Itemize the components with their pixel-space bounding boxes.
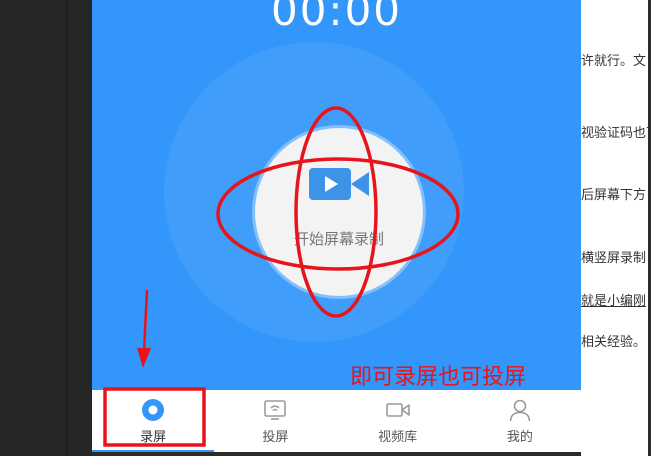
bottom-nav: 录屏 投屏 视频库 我的	[92, 390, 581, 452]
nav-label-profile: 我的	[506, 430, 533, 445]
nav-label-record: 录屏	[140, 430, 167, 445]
nav-item-profile[interactable]: 我的	[459, 390, 581, 452]
profile-icon	[509, 399, 531, 422]
nav-item-cast[interactable]: 投屏	[214, 390, 336, 452]
left-background	[0, 0, 92, 456]
video-camera-icon	[309, 167, 369, 200]
annotation-caption: 即可录屏也可投屏	[350, 365, 527, 390]
cast-screen-icon	[264, 400, 287, 420]
doc-text-line: 横竖屏录制	[581, 251, 647, 266]
doc-text-line: 许就行。文	[581, 54, 647, 69]
doc-text-line: 相关经验。	[581, 335, 647, 350]
recording-timer: 00:00	[270, 0, 403, 35]
phone-bottom-edge	[92, 452, 581, 456]
left-divider	[66, 0, 68, 456]
nav-item-video-library[interactable]: 视频库	[337, 390, 459, 452]
doc-text-line: 后屏幕下方	[581, 188, 647, 203]
doc-text-line: 视验证码也可	[581, 126, 651, 141]
start-recording-button[interactable]: 开始屏幕录制	[255, 128, 423, 296]
nav-item-record[interactable]: 录屏	[92, 390, 214, 452]
nav-label-video-library: 视频库	[378, 430, 418, 445]
document-panel: 许就行。文 视验证码也可 后屏幕下方 横竖屏录制 就是小编刚 相关经验。	[581, 0, 651, 456]
record-dot-icon	[142, 399, 165, 421]
start-recording-label: 开始屏幕录制	[293, 229, 384, 248]
nav-label-cast: 投屏	[262, 430, 289, 445]
doc-text-link[interactable]: 就是小编刚	[581, 290, 646, 309]
video-library-icon	[385, 403, 410, 417]
